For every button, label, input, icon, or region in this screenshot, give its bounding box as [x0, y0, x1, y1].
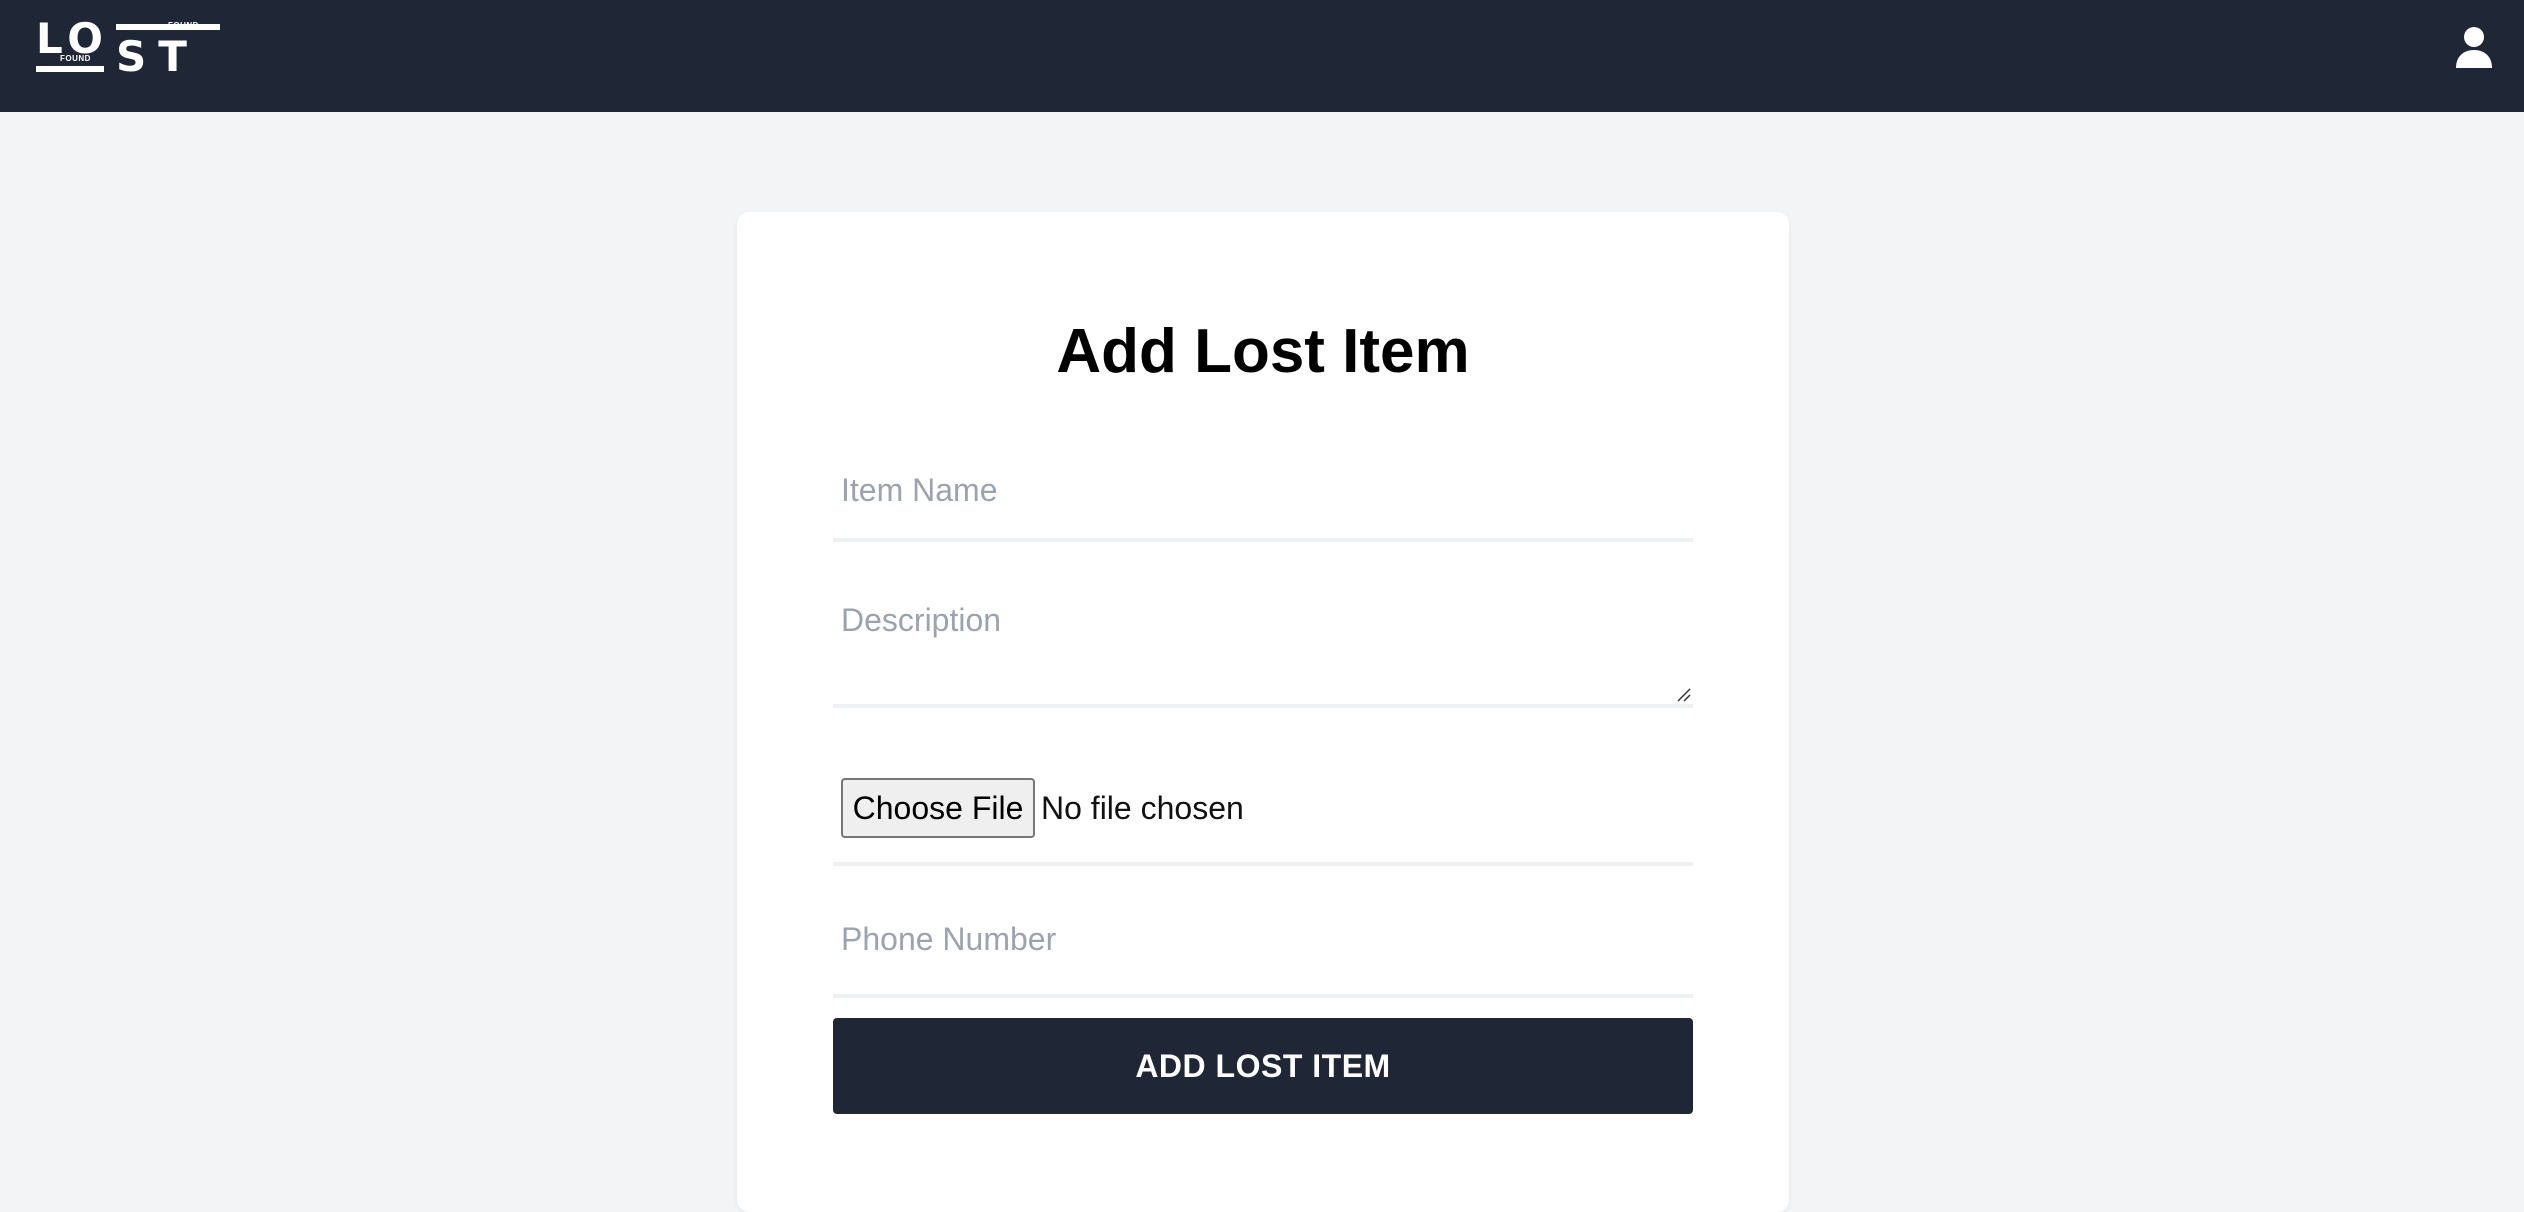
- logo-small-text-top: FOUND: [168, 21, 199, 30]
- logo-bar-bottom: [36, 66, 104, 72]
- item-name-input[interactable]: [833, 442, 1693, 538]
- add-lost-item-button[interactable]: ADD LOST ITEM: [833, 1018, 1693, 1114]
- logo-letters-bottom: ST: [116, 32, 199, 81]
- choose-file-button[interactable]: Choose File: [841, 778, 1035, 838]
- description-field: [833, 572, 1693, 708]
- add-lost-item-card: Add Lost Item Choose File No file chosen…: [737, 212, 1789, 1212]
- resize-grip-icon[interactable]: [1675, 686, 1691, 702]
- description-textarea[interactable]: [833, 572, 1693, 704]
- file-status-text: No file chosen: [1041, 790, 1244, 826]
- lost-found-logo[interactable]: FOUND LO ST FOUND: [36, 18, 220, 80]
- item-name-field: [833, 442, 1693, 542]
- user-icon[interactable]: [2454, 26, 2494, 70]
- navbar: FOUND LO ST FOUND: [0, 0, 2524, 112]
- page-title: Add Lost Item: [1056, 317, 1470, 386]
- image-upload-field: Choose File No file chosen: [833, 748, 1693, 866]
- logo-small-text-bottom: FOUND: [60, 54, 91, 63]
- phone-number-input[interactable]: [833, 884, 1693, 994]
- phone-number-field: [833, 884, 1693, 998]
